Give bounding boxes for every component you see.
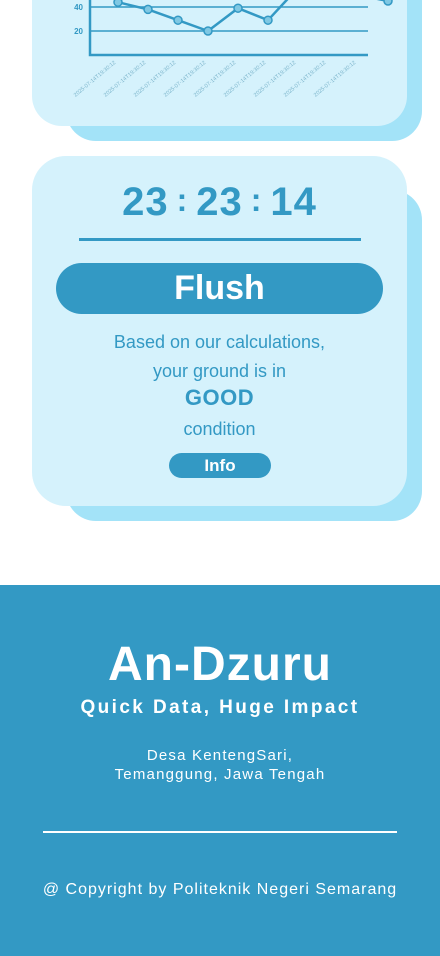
data-point[interactable] [143,4,153,15]
timer-separator: : [250,182,263,218]
footer: An-Dzuru Quick Data, Huge Impact Desa Ke… [0,585,440,956]
footer-divider [43,831,397,833]
footer-address-line2: Temanggung, Jawa Tengah [114,766,326,783]
condition-value: GOOD [184,385,255,410]
status-card: 23:23:14 Flush Based on our calculations… [0,156,440,526]
info-button[interactable]: Info [169,453,271,478]
timer-hours: 23 [122,180,169,224]
data-point[interactable] [383,0,393,6]
footer-address-line1: Desa KentengSari, [146,747,294,764]
timer-separator: : [176,182,189,218]
y-tick-label: 20 [74,27,83,36]
timer-minutes: 23 [196,180,243,224]
data-point[interactable] [263,15,273,25]
data-point[interactable] [203,26,213,36]
status-message-line4: condition [183,419,256,439]
series-line [117,0,389,33]
timer-seconds: 14 [270,180,317,224]
chart-card: 40 20 2025-07-14T19:30:12 2025-07-14T19:30… [0,0,440,145]
data-point[interactable] [113,0,123,7]
timer-underline [79,238,361,241]
data-point[interactable] [233,3,243,13]
data-point[interactable] [173,15,183,25]
axis-line [88,0,368,57]
footer-tagline: Quick Data, Huge Impact [80,697,360,718]
line-chart: 4020 2025-07-14T19:30:122025-07-14T19:30… [73,0,393,99]
status-badge: Flush [56,263,383,314]
status-message-line1: Based on our calculations, [113,332,326,352]
status-message-line2: your ground is in [152,361,287,381]
countdown-timer: 23:23:14 [32,180,407,225]
footer-brand: An-Dzuru [108,638,332,691]
footer-copyright: @ Copyright by Politeknik Negeri Semaran… [42,881,398,898]
y-tick-label: 40 [74,3,83,12]
